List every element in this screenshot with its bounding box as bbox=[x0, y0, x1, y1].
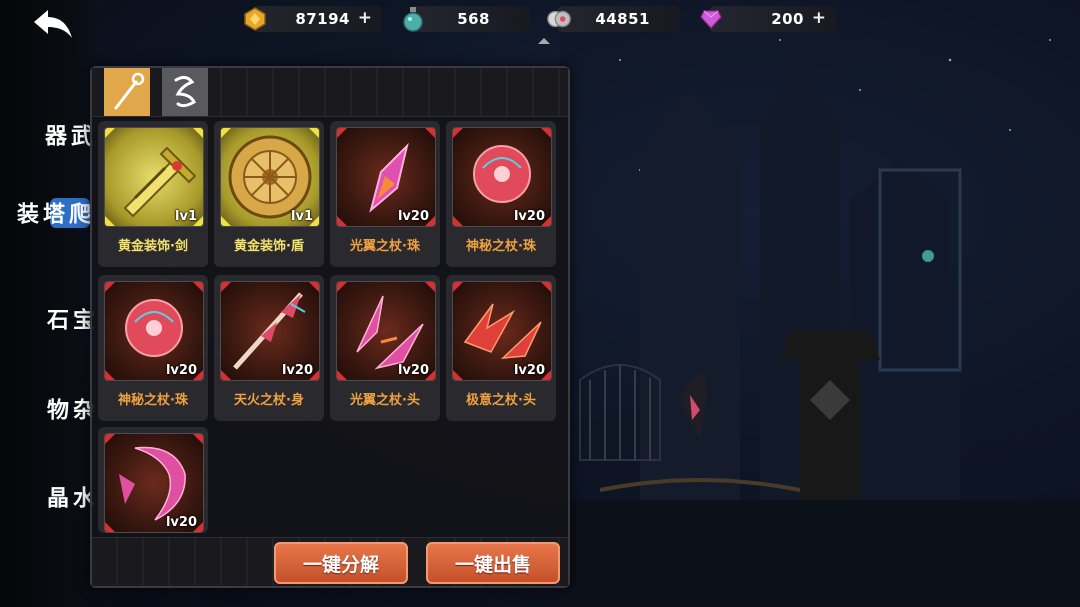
crystal-shard-icon: lv20 bbox=[336, 127, 436, 227]
item-slot[interactable]: lv1 黄金装饰·盾 bbox=[214, 121, 324, 267]
item-slot[interactable]: lv20 神秘之杖·珠 bbox=[446, 121, 556, 267]
item-name: 极意之杖·头 bbox=[466, 393, 536, 408]
item-name: 神秘之杖·珠 bbox=[466, 239, 536, 254]
item-level: lv1 bbox=[175, 209, 197, 224]
soul-gem-icon bbox=[546, 6, 572, 32]
wing-blade-icon: lv20 bbox=[336, 281, 436, 381]
pink-diamond-icon bbox=[698, 6, 724, 32]
item-slot[interactable]: lv20 极意之杖·头 bbox=[446, 275, 556, 421]
item-level: lv20 bbox=[281, 363, 313, 378]
left-shade bbox=[0, 0, 100, 607]
golden-sword-icon: lv1 bbox=[104, 127, 204, 227]
item-level: lv20 bbox=[165, 515, 197, 530]
resource-bar: 87194 + 568 44851 200 + bbox=[240, 0, 840, 44]
staff-icon bbox=[114, 72, 145, 110]
item-slot[interactable]: lv20 光翼之杖·珠 bbox=[330, 121, 440, 267]
item-name: 神秘之杖·珠 bbox=[118, 393, 188, 408]
diamond-amount: 200 bbox=[771, 10, 804, 28]
gold-amount: 87194 bbox=[295, 10, 350, 28]
tab-rune[interactable] bbox=[162, 68, 208, 116]
resource-gold: 87194 + bbox=[244, 6, 382, 32]
tab-staff[interactable] bbox=[104, 68, 150, 116]
add-gold-button[interactable]: + bbox=[358, 8, 372, 28]
fire-staff-icon: lv20 bbox=[220, 281, 320, 381]
item-level: lv20 bbox=[513, 209, 545, 224]
add-diamond-button[interactable]: + bbox=[812, 8, 826, 28]
item-slot[interactable]: lv1 黄金装饰·剑 bbox=[98, 121, 208, 267]
item-slot[interactable]: lv20 光翼之杖·头 bbox=[330, 275, 440, 421]
nav-tower-gear[interactable]: 爬塔装 bbox=[13, 198, 90, 228]
resource-potion: 568 bbox=[403, 6, 530, 32]
nav-crystals[interactable]: 水晶 bbox=[43, 486, 94, 508]
back-arrow-icon bbox=[34, 10, 72, 38]
nav-gems[interactable]: 宝石 bbox=[43, 308, 94, 330]
dropdown-caret-icon[interactable] bbox=[538, 38, 550, 44]
crescent-blade-icon: lv20 bbox=[104, 433, 204, 533]
gold-coin-icon bbox=[242, 6, 268, 32]
item-level: lv20 bbox=[513, 363, 545, 378]
sell-all-button[interactable]: 一键出售 bbox=[426, 542, 560, 584]
item-slot[interactable]: lv20 神秘之杖·珠 bbox=[98, 275, 208, 421]
claw-blade-icon: lv20 bbox=[452, 281, 552, 381]
item-name: 光翼之杖·珠 bbox=[350, 239, 420, 254]
resource-soul-gem: 44851 bbox=[547, 6, 680, 32]
item-level: lv20 bbox=[397, 363, 429, 378]
soul-gem-amount: 44851 bbox=[595, 10, 650, 28]
rune-icon bbox=[174, 75, 196, 108]
item-level: lv20 bbox=[165, 363, 197, 378]
item-slot[interactable]: lv20 bbox=[98, 427, 208, 533]
potion-icon bbox=[400, 6, 426, 32]
item-name: 天火之杖·身 bbox=[234, 393, 304, 408]
back-button[interactable] bbox=[30, 8, 76, 44]
nav-misc[interactable]: 杂物 bbox=[43, 398, 94, 420]
item-name: 黄金装饰·剑 bbox=[118, 239, 188, 254]
item-slot[interactable]: lv20 天火之杖·身 bbox=[214, 275, 324, 421]
item-name: 光翼之杖·头 bbox=[350, 393, 420, 408]
item-name: 黄金装饰·盾 bbox=[234, 239, 304, 254]
mystic-orb-icon: lv20 bbox=[452, 127, 552, 227]
mystic-orb-icon: lv20 bbox=[104, 281, 204, 381]
potion-amount: 568 bbox=[457, 10, 490, 28]
golden-shield-icon: lv1 bbox=[220, 127, 320, 227]
resource-diamond: 200 + bbox=[700, 6, 836, 32]
panel-header bbox=[92, 68, 568, 117]
dismantle-all-button[interactable]: 一键分解 bbox=[274, 542, 408, 584]
item-level: lv1 bbox=[291, 209, 313, 224]
nav-weapons[interactable]: 武器 bbox=[41, 124, 92, 146]
item-level: lv20 bbox=[397, 209, 429, 224]
